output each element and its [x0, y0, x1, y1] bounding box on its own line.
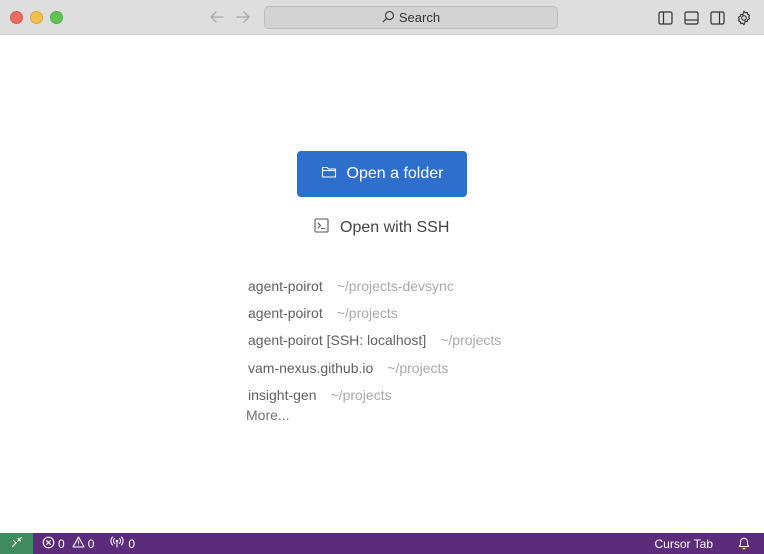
- recent-project-item[interactable]: agent-poirot [SSH: localhost] ~/projects: [248, 327, 501, 354]
- problems-indicator[interactable]: 0 0: [42, 536, 94, 552]
- recent-project-path: ~/projects: [440, 332, 502, 349]
- close-window-button[interactable]: [10, 11, 23, 24]
- command-center-search[interactable]: Search: [264, 6, 558, 29]
- recent-project-name: insight-gen: [248, 386, 317, 403]
- recent-project-name: vam-nexus.github.io: [248, 359, 374, 376]
- recent-project-item[interactable]: vam-nexus.github.io ~/projects: [248, 354, 501, 381]
- recent-project-path: ~/projects: [336, 304, 398, 321]
- open-ssh-label: Open with SSH: [340, 219, 450, 236]
- toggle-panel-icon[interactable]: [683, 9, 700, 26]
- title-bar: Search: [0, 0, 764, 35]
- recent-project-path: ~/projects: [387, 359, 449, 376]
- recent-project-name: agent-poirot [SSH: localhost]: [248, 332, 427, 349]
- more-recents-link[interactable]: More...: [246, 407, 290, 423]
- ports-count: 0: [128, 536, 136, 551]
- error-icon: [42, 536, 55, 552]
- back-arrow-icon[interactable]: [208, 8, 226, 26]
- recent-projects-list: agent-poirot ~/projects-devsync agent-po…: [248, 272, 501, 408]
- search-label: Search: [398, 10, 441, 25]
- warning-icon: [72, 536, 85, 551]
- recent-project-name: agent-poirot: [248, 277, 323, 294]
- recent-project-item[interactable]: agent-poirot ~/projects: [248, 299, 501, 326]
- recent-project-path: ~/projects-devsync: [336, 277, 454, 294]
- toggle-secondary-sidebar-icon[interactable]: [709, 9, 726, 26]
- broadcast-icon: [110, 536, 124, 551]
- recent-project-item[interactable]: agent-poirot ~/projects-devsync: [248, 272, 501, 299]
- notifications-bell-icon[interactable]: [737, 533, 751, 554]
- recent-project-path: ~/projects: [330, 386, 392, 403]
- forward-arrow-icon[interactable]: [234, 8, 252, 26]
- recent-project-name: agent-poirot: [248, 304, 323, 321]
- warning-count: 0: [87, 536, 95, 551]
- open-folder-button[interactable]: Open a folder: [297, 151, 467, 197]
- folder-icon: [321, 165, 337, 184]
- minimize-window-button[interactable]: [30, 11, 43, 24]
- status-bar: 0 0 0 Cursor Tab: [0, 533, 764, 554]
- search-icon: [382, 9, 395, 26]
- remote-icon: [11, 536, 23, 551]
- remote-indicator-button[interactable]: [0, 533, 33, 554]
- ports-indicator[interactable]: 0: [110, 536, 135, 551]
- cursor-tab-status[interactable]: Cursor Tab: [655, 537, 713, 551]
- open-ssh-button[interactable]: Open with SSH: [314, 216, 449, 240]
- terminal-icon: [314, 218, 329, 238]
- open-folder-label: Open a folder: [346, 165, 444, 182]
- recent-project-item[interactable]: insight-gen ~/projects: [248, 381, 501, 408]
- error-count: 0: [58, 536, 65, 551]
- toggle-primary-sidebar-icon[interactable]: [657, 9, 674, 26]
- settings-gear-icon[interactable]: [735, 9, 752, 26]
- zoom-window-button[interactable]: [50, 11, 63, 24]
